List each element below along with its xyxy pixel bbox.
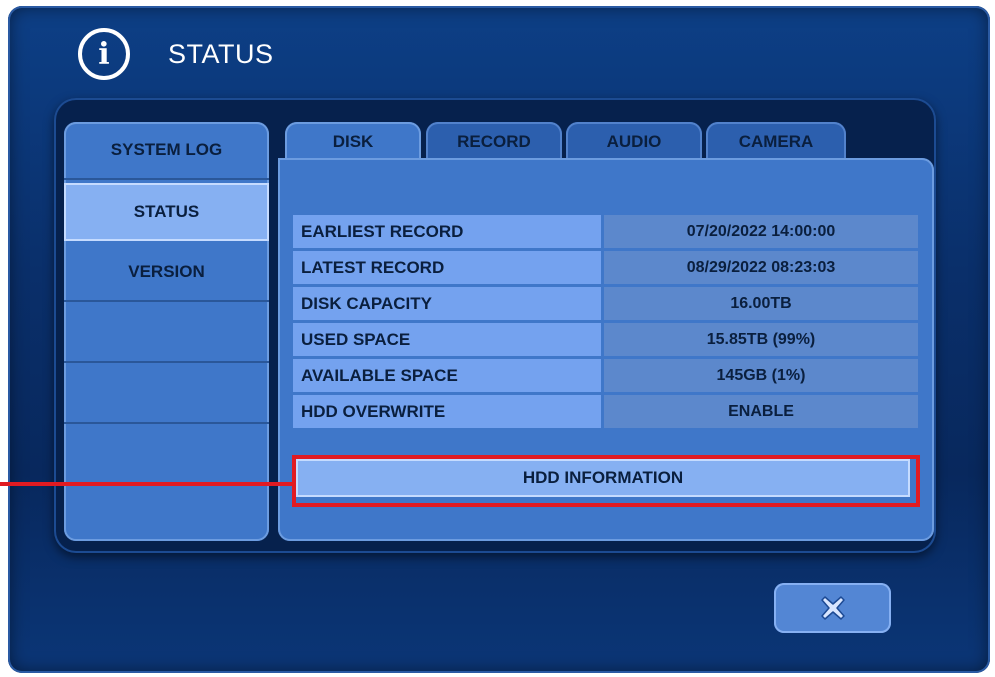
tab-label: AUDIO xyxy=(606,132,662,151)
table-row: DISK CAPACITY 16.00TB xyxy=(293,287,919,320)
sidebar-item-status[interactable]: STATUS xyxy=(64,183,269,241)
sidebar-item-system-log[interactable]: SYSTEM LOG xyxy=(64,122,269,180)
info-icon: i xyxy=(78,28,130,80)
callout-highlight-box xyxy=(292,455,920,507)
row-value: 08/29/2022 08:23:03 xyxy=(604,251,918,284)
sidebar-item-empty xyxy=(64,427,269,485)
row-value: 07/20/2022 14:00:00 xyxy=(604,215,918,248)
sidebar-item-empty xyxy=(64,305,269,363)
row-label: USED SPACE xyxy=(293,323,601,356)
sidebar-item-label: VERSION xyxy=(128,262,205,281)
tab-label: CAMERA xyxy=(738,132,814,151)
row-label: EARLIEST RECORD xyxy=(293,215,601,248)
table-row: EARLIEST RECORD 07/20/2022 14:00:00 xyxy=(293,215,919,248)
table-row: AVAILABLE SPACE 145GB (1%) xyxy=(293,359,919,392)
tab-label: DISK xyxy=(332,132,374,151)
table-row: HDD OVERWRITE ENABLE xyxy=(293,395,919,428)
callout-line xyxy=(0,482,292,486)
row-label: AVAILABLE SPACE xyxy=(293,359,601,392)
window-header: i STATUS xyxy=(78,24,274,84)
close-button[interactable] xyxy=(774,583,891,633)
row-label: LATEST RECORD xyxy=(293,251,601,284)
row-label: HDD OVERWRITE xyxy=(293,395,601,428)
table-row: LATEST RECORD 08/29/2022 08:23:03 xyxy=(293,251,919,284)
row-value: 145GB (1%) xyxy=(604,359,918,392)
sidebar-item-version[interactable]: VERSION xyxy=(64,244,269,302)
row-value: ENABLE xyxy=(604,395,918,428)
row-value: 15.85TB (99%) xyxy=(604,323,918,356)
page-title: STATUS xyxy=(168,38,274,69)
row-value: 16.00TB xyxy=(604,287,918,320)
tab-label: RECORD xyxy=(457,132,531,151)
sidebar-item-empty xyxy=(64,366,269,424)
sidebar-item-label: STATUS xyxy=(133,202,200,221)
sidebar: SYSTEM LOG STATUS VERSION xyxy=(64,122,269,541)
row-label: DISK CAPACITY xyxy=(293,287,601,320)
table-row: USED SPACE 15.85TB (99%) xyxy=(293,323,919,356)
close-icon xyxy=(820,596,845,620)
sidebar-item-label: SYSTEM LOG xyxy=(110,140,223,159)
